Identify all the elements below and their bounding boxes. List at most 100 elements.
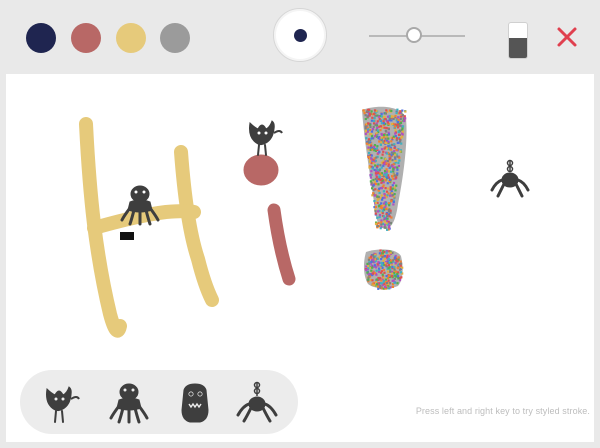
color-swatch-gray[interactable] [160, 23, 190, 53]
paint-speck [385, 168, 388, 171]
paint-speck [365, 265, 368, 268]
paint-speck [383, 193, 386, 196]
paint-speck [371, 279, 374, 282]
paint-speck [393, 146, 396, 150]
paint-speck [376, 257, 379, 260]
paint-speck [390, 140, 393, 143]
paint-speck [378, 277, 381, 280]
hint-text: Press left and right key to try styled s… [415, 406, 590, 416]
paint-speck [380, 194, 383, 197]
paint-speck [364, 132, 367, 135]
paint-speck [380, 207, 383, 210]
paint-speck [394, 274, 397, 278]
stamp-button-squid[interactable] [106, 380, 152, 426]
painted-letter-i [243, 154, 296, 286]
paint-speck [387, 258, 390, 261]
paint-speck [371, 167, 374, 170]
paint-speck [383, 162, 386, 165]
paint-speck [387, 279, 390, 282]
paint-speck [370, 182, 373, 185]
paint-speck [391, 285, 394, 288]
paint-speck [397, 130, 400, 133]
paint-speck [373, 149, 376, 152]
paint-speck [381, 210, 384, 213]
close-icon[interactable] [552, 22, 582, 52]
paint-speck [388, 204, 391, 207]
paint-speck [380, 136, 383, 139]
paint-speck [396, 141, 399, 144]
color-swatch-sand[interactable] [116, 23, 146, 53]
stamp-button-furry[interactable] [172, 380, 218, 426]
paint-speck [385, 126, 388, 130]
paint-speck [373, 144, 377, 147]
paint-speck [388, 224, 391, 228]
paint-speck [380, 258, 383, 261]
paint-speck [400, 262, 403, 265]
paint-speck [399, 271, 402, 274]
brush-dot [294, 29, 307, 42]
paint-speck [381, 252, 384, 255]
paint-speck [370, 154, 373, 157]
paint-speck [371, 135, 374, 138]
stamp-button-bird[interactable] [38, 380, 84, 426]
paint-speck [386, 121, 389, 124]
brush-size-slider[interactable] [369, 24, 465, 48]
color-swatch-rose[interactable] [71, 23, 101, 53]
paint-speck [397, 126, 400, 129]
paint-speck [380, 115, 383, 118]
i-dot [243, 154, 279, 186]
paint-speck [365, 110, 369, 113]
paint-speck [391, 184, 394, 187]
paint-speck [374, 210, 377, 213]
paint-speck [367, 146, 370, 149]
eraser-button[interactable] [508, 22, 528, 59]
paint-speck [394, 189, 397, 192]
brush-preview-button[interactable] [273, 8, 327, 62]
paint-speck [390, 123, 393, 126]
paint-speck [381, 177, 384, 181]
paint-speck [394, 166, 397, 169]
paint-speck [378, 204, 381, 207]
stamp-button-spider[interactable] [234, 380, 280, 426]
paint-speck [383, 220, 386, 223]
paint-speck [378, 267, 381, 270]
paint-speck [378, 169, 381, 172]
paint-speck [396, 108, 399, 111]
paint-speck [381, 198, 384, 201]
paint-speck [382, 164, 385, 167]
paint-speck [369, 173, 372, 177]
paint-speck [370, 146, 373, 149]
paint-speck [382, 184, 385, 187]
paint-speck [403, 119, 406, 123]
paint-speck [377, 183, 380, 186]
paint-speck [378, 140, 381, 143]
paint-speck [386, 217, 389, 220]
paint-speck [365, 268, 368, 272]
paint-speck [382, 276, 385, 279]
paint-speck [391, 165, 394, 168]
paint-speck [392, 181, 396, 185]
paint-speck [382, 268, 385, 272]
paint-speck [380, 221, 383, 224]
paint-speck [368, 166, 371, 169]
paint-speck [397, 116, 400, 119]
painted-exclamation [362, 106, 407, 290]
paint-speck [388, 155, 391, 158]
paint-speck [380, 141, 383, 144]
paint-speck [385, 207, 388, 210]
bird-monster-icon [46, 386, 80, 423]
bird-monster-icon [249, 120, 283, 156]
paint-speck [367, 122, 370, 125]
paint-speck [368, 114, 371, 117]
color-swatch-navy[interactable] [26, 23, 56, 53]
paint-speck [380, 279, 383, 282]
slider-thumb[interactable] [406, 27, 423, 43]
paint-speck [395, 137, 398, 140]
paint-speck [378, 175, 381, 178]
paint-speck [384, 137, 387, 140]
paint-speck [399, 118, 402, 121]
paint-speck [374, 205, 377, 208]
paint-speck [374, 201, 378, 204]
paint-speck [396, 266, 399, 270]
paint-speck [375, 147, 378, 150]
